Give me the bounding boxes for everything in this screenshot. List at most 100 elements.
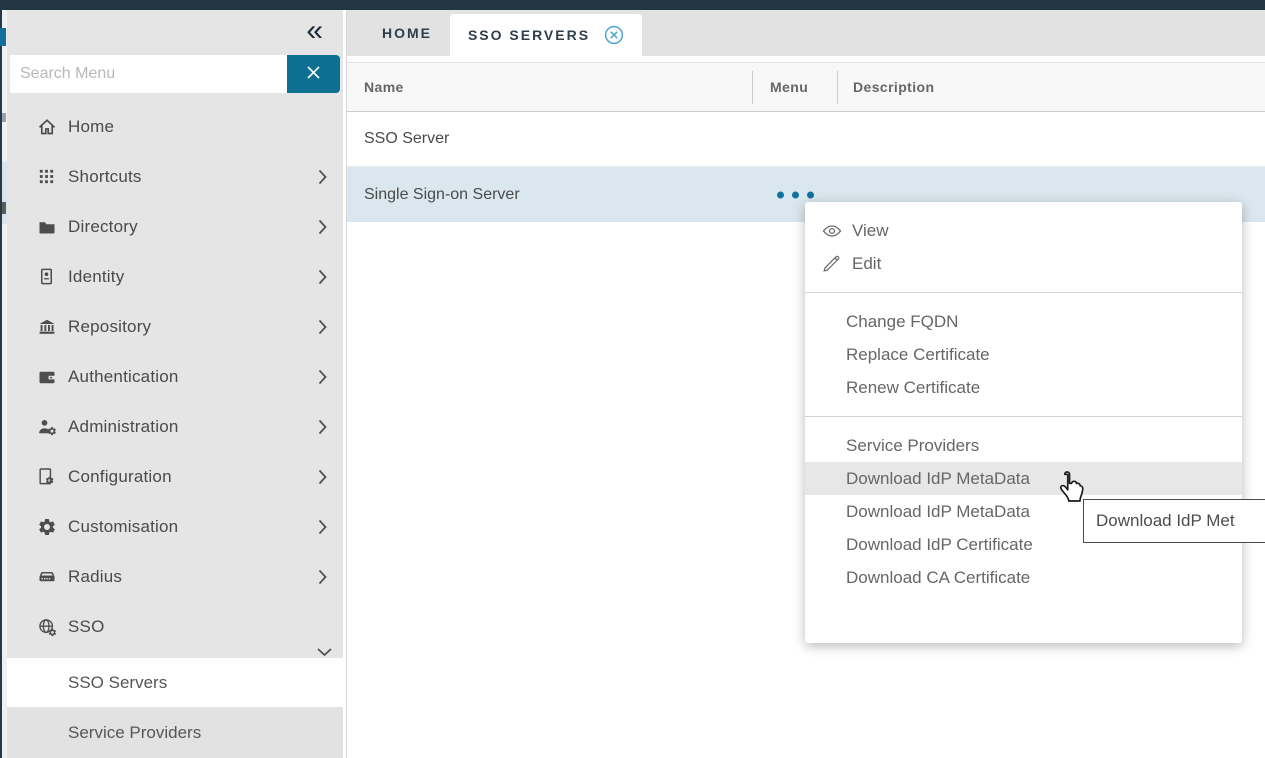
tab-bar: HOME SSO SERVERS [347,10,1265,56]
background-fragment [2,202,6,214]
chevron-right-icon [318,569,327,585]
sidebar-item-label: Repository [68,317,151,337]
menu-item-edit[interactable]: Edit [805,247,1242,280]
administration-icon [37,417,57,437]
sidebar-item-authentication[interactable]: Authentication [7,352,343,402]
menu-item-service-providers[interactable]: Service Providers [805,429,1242,462]
column-header-menu[interactable]: Menu [770,63,808,111]
sidebar-item-sso-servers[interactable]: SSO Servers [7,658,343,707]
column-header-name[interactable]: Name [364,63,404,111]
menu-item-change-fqdn[interactable]: Change FQDN [805,305,1242,338]
column-divider [837,71,838,104]
sidebar-subitem-label: Service Providers [68,723,201,743]
tooltip-text: Download IdP Met [1096,511,1235,531]
sidebar-collapse-button[interactable]: « [300,8,329,54]
tab-label: HOME [382,25,432,41]
identity-icon [37,267,57,287]
background-fragment [0,28,6,46]
home-icon [37,117,57,137]
authentication-icon [37,367,57,387]
tab-close-icon[interactable] [604,25,624,45]
sidebar-item-label: Home [68,117,114,137]
sidebar-item-label: Administration [68,417,179,437]
repository-icon [37,317,57,337]
menu-item-replace-certificate[interactable]: Replace Certificate [805,338,1242,371]
column-divider [752,71,753,104]
menu-item-download-idp-metadata[interactable]: Download IdP MetaData [805,462,1242,495]
sidebar-item-label: Radius [68,567,122,587]
search-bar [10,55,340,93]
menu-item-label: View [852,221,889,241]
menu-item-download-ca-certificate[interactable]: Download CA Certificate [805,561,1242,594]
customisation-icon [37,517,57,537]
background-window-sliver [0,10,7,758]
sidebar-item-label: Configuration [68,467,172,487]
pencil-icon [822,254,843,273]
sidebar-item-service-providers[interactable]: Service Providers [7,707,343,758]
background-window-edge [0,10,2,758]
tab-sso-servers[interactable]: SSO SERVERS [450,14,642,56]
radius-icon [37,567,57,587]
sidebar-item-label: Identity [68,267,124,287]
menu-item-label: Renew Certificate [846,378,980,398]
menu-item-label: Edit [852,254,881,274]
chevron-right-icon [318,369,327,385]
chevron-right-icon [318,319,327,335]
tooltip: Download IdP Met [1083,499,1265,543]
table-header: Name Menu Description [347,62,1265,112]
menu-item-label: Download IdP MetaData [846,469,1030,489]
sidebar-item-repository[interactable]: Repository [7,302,343,352]
sidebar-item-label: Customisation [68,517,178,537]
menu-divider [805,416,1242,417]
close-icon [306,65,321,83]
sso-icon [37,617,57,637]
search-clear-button[interactable] [287,55,340,93]
menu-item-label: Download IdP Certificate [846,535,1033,555]
sidebar-subitem-label: SSO Servers [68,673,167,693]
chevron-right-icon [318,219,327,235]
menu-item-view[interactable]: View [805,214,1242,247]
chevron-right-icon [318,469,327,485]
sidebar-item-home[interactable]: Home [7,102,343,152]
search-input[interactable] [10,55,287,93]
chevron-right-icon [318,419,327,435]
sidebar-item-identity[interactable]: Identity [7,252,343,302]
menu-item-label: Service Providers [846,436,979,456]
sidebar-item-administration[interactable]: Administration [7,402,343,452]
table-row[interactable]: SSO Server [347,112,1265,167]
menu-item-label: Download CA Certificate [846,568,1030,588]
sidebar-item-label: Authentication [68,367,179,387]
chevron-right-icon [318,519,327,535]
sidebar-item-radius[interactable]: Radius [7,552,343,602]
chevron-down-icon [317,648,333,657]
sidebar-nav: Home Shortcuts Directory Identity [7,102,343,652]
chevron-right-icon [318,169,327,185]
tab-home[interactable]: HOME [367,10,447,56]
sidebar-item-directory[interactable]: Directory [7,202,343,252]
configuration-icon [37,467,57,487]
top-bar [0,0,1265,10]
menu-divider [805,292,1242,293]
shortcuts-icon [37,167,57,187]
directory-icon [37,217,57,237]
context-menu: View Edit Change FQDN Replace Certificat… [805,202,1242,643]
sidebar-item-sso[interactable]: SSO [7,602,343,652]
sidebar-item-configuration[interactable]: Configuration [7,452,343,502]
chevron-right-icon [318,269,327,285]
background-fragment [2,113,6,122]
column-header-description[interactable]: Description [853,63,934,111]
row-name-cell: SSO Server [364,130,449,148]
sidebar-item-customisation[interactable]: Customisation [7,502,343,552]
menu-item-label: Change FQDN [846,312,958,332]
menu-item-renew-certificate[interactable]: Renew Certificate [805,371,1242,404]
menu-item-label: Download IdP MetaData [846,502,1030,522]
sidebar-item-label: Shortcuts [68,167,142,187]
row-actions-menu-button[interactable] [777,191,814,198]
row-name-cell: Single Sign-on Server [364,186,520,204]
menu-item-label: Replace Certificate [846,345,990,365]
eye-icon [822,221,843,241]
tab-label: SSO SERVERS [468,27,590,43]
sidebar-item-label: Directory [68,217,138,237]
sidebar-item-label: SSO [68,617,105,637]
sidebar-item-shortcuts[interactable]: Shortcuts [7,152,343,202]
